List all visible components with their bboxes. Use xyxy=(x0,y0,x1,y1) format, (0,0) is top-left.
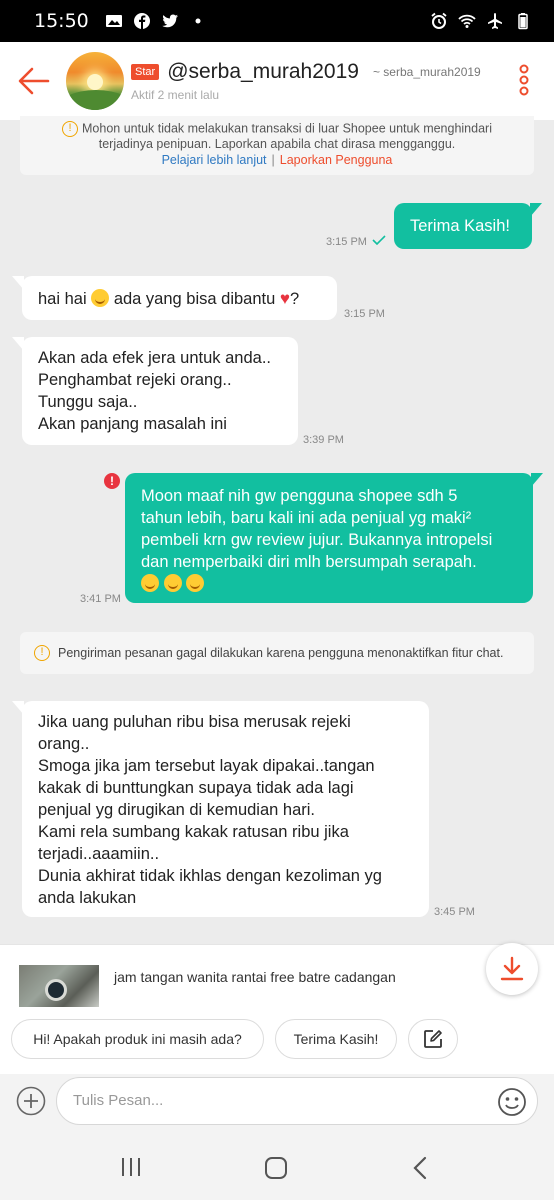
clock: 15:50 xyxy=(34,10,89,32)
message-line: Akan ada efek jera untuk anda.. xyxy=(38,349,271,367)
chat-header: Star @serba_murah2019 ~ serba_murah2019 … xyxy=(0,42,554,120)
quick-replies: Hi! Apakah produk ini masih ada? Terima … xyxy=(0,1010,554,1074)
message-text: ada yang bisa dibantu xyxy=(113,290,276,308)
grinning-emoji-icon xyxy=(186,574,205,592)
message-field[interactable] xyxy=(56,1077,538,1125)
edit-quick-replies-button[interactable] xyxy=(408,1019,458,1059)
system-message: ! Pengiriman pesanan gagal dilakukan kar… xyxy=(20,632,534,674)
notice-line-1: Mohon untuk tidak melakukan transaksi di… xyxy=(82,121,492,136)
product-title[interactable]: jam tangan wanita rantai free batre cada… xyxy=(114,969,396,985)
edit-icon xyxy=(424,1030,442,1048)
active-status: Aktif 2 menit lalu xyxy=(131,88,220,102)
system-message-text: Pengiriman pesanan gagal dilakukan karen… xyxy=(58,646,504,660)
add-attachment-icon[interactable] xyxy=(16,1086,46,1116)
message-line: Smoga jika jam tersebut layak dipakai..t… xyxy=(38,757,375,775)
message-line: pembeli krn gw review jujur. Bukannya in… xyxy=(141,531,493,549)
back-arrow-icon[interactable] xyxy=(16,66,52,96)
message-input[interactable] xyxy=(73,1092,473,1109)
message-composer xyxy=(0,1074,554,1136)
message-line: orang.. xyxy=(38,735,90,753)
send-failed-icon[interactable]: ! xyxy=(104,473,120,489)
warning-icon: ! xyxy=(34,645,50,661)
emoji-icon[interactable] xyxy=(497,1087,527,1117)
recent-apps-icon[interactable] xyxy=(120,1156,142,1178)
alarm-icon xyxy=(431,12,447,29)
more-options-icon[interactable] xyxy=(516,64,532,96)
quick-reply-chip[interactable]: Terima Kasih! xyxy=(275,1019,397,1059)
message-bubble-outgoing[interactable]: Terima Kasih! xyxy=(394,203,542,249)
message-line: terjadi..aaamiin.. xyxy=(38,845,160,863)
twitter-icon xyxy=(162,14,178,28)
message-time: 3:39 PM xyxy=(303,434,344,446)
warning-icon: ! xyxy=(62,121,79,137)
message-time: 3:15 PM xyxy=(344,308,385,320)
message-line: Dunia akhirat tidak ikhlas dengan kezoli… xyxy=(38,867,382,885)
facebook-icon xyxy=(133,13,150,29)
smiling-emoji-icon xyxy=(91,289,110,307)
message-line: tahun lebih, baru kali ini ada penjual y… xyxy=(141,509,472,527)
avatar[interactable] xyxy=(66,52,124,110)
message-text: Terima Kasih! xyxy=(410,217,510,235)
product-thumbnail[interactable] xyxy=(19,965,99,1007)
sent-check-icon xyxy=(372,235,386,245)
message-line: Penghambat rejeki orang.. xyxy=(38,371,232,389)
heart-emoji-icon: ♥ xyxy=(279,289,290,308)
back-icon[interactable] xyxy=(410,1156,430,1180)
dot-icon xyxy=(195,18,201,24)
learn-more-link[interactable]: Pelajari lebih lanjut xyxy=(162,153,267,167)
message-line: dan nemperbaiki diri mlh bersumpah serap… xyxy=(141,553,477,571)
message-bubble-incoming[interactable]: Akan ada efek jera untuk anda.. Penghamb… xyxy=(12,337,298,445)
message-bubble-incoming[interactable]: Jika uang puluhan ribu bisa merusak reje… xyxy=(12,701,429,917)
message-line: anda lakukan xyxy=(38,889,137,907)
scroll-down-button[interactable] xyxy=(486,943,538,995)
message-text: ? xyxy=(289,290,300,308)
emoji-row xyxy=(141,573,517,595)
message-line: Kami rela sumbang kakak ratusan ribu jik… xyxy=(38,823,349,841)
message-time: 3:15 PM xyxy=(326,236,367,248)
airplane-icon xyxy=(488,13,502,29)
user-alias: ~ serba_murah2019 xyxy=(372,65,481,79)
product-card[interactable]: jam tangan wanita rantai free batre cada… xyxy=(0,943,554,1010)
battery-icon xyxy=(518,13,528,30)
message-line: Tunggu saja.. xyxy=(38,393,138,411)
status-bar: 15:50 xyxy=(0,0,554,42)
message-line: penjual yg dirugikan di kemudian hari. xyxy=(38,801,316,819)
message-bubble-incoming[interactable]: hai hai ada yang bisa dibantu ♥? xyxy=(12,276,337,320)
message-line: Moon maaf nih gw pengguna shopee sdh 5 xyxy=(141,487,458,505)
star-badge: Star xyxy=(131,64,160,80)
message-line: kakak di bunttungkan supaya tidak ada la… xyxy=(38,779,354,797)
username[interactable]: @serba_murah2019 xyxy=(167,60,359,84)
quick-reply-chip[interactable]: Hi! Apakah produk ini masih ada? xyxy=(11,1019,264,1059)
system-nav-bar xyxy=(0,1136,554,1200)
message-line: Akan panjang masalah ini xyxy=(38,415,227,433)
message-time: 3:45 PM xyxy=(434,906,475,918)
grinning-emoji-icon xyxy=(163,574,182,592)
message-line: Jika uang puluhan ribu bisa merusak reje… xyxy=(38,713,351,731)
download-arrow-icon xyxy=(500,956,524,981)
wifi-icon xyxy=(458,14,476,28)
link-separator: | xyxy=(271,153,275,167)
grinning-emoji-icon xyxy=(141,574,159,592)
report-user-link[interactable]: Laporkan Pengguna xyxy=(280,153,393,167)
message-bubble-outgoing[interactable]: Moon maaf nih gw pengguna shopee sdh 5 t… xyxy=(125,473,543,603)
message-text: hai hai xyxy=(38,290,87,308)
home-icon[interactable] xyxy=(264,1156,288,1180)
safety-notice: ! Mohon untuk tidak melakukan transaksi d… xyxy=(20,116,534,175)
message-time: 3:41 PM xyxy=(80,593,121,605)
notice-line-2: terjadinya penipuan. Laporkan apabila ch… xyxy=(98,137,456,151)
image-icon xyxy=(105,15,122,27)
